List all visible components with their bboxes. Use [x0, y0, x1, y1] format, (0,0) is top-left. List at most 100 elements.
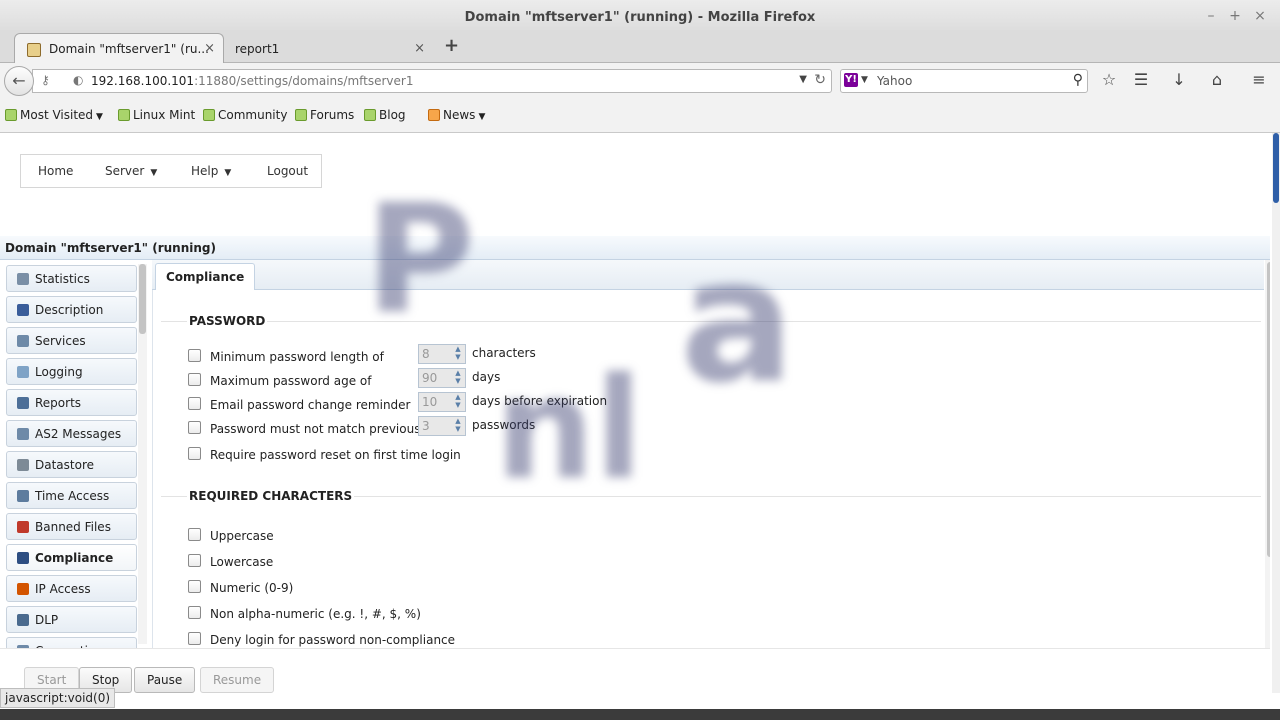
not-match-previous-checkbox[interactable]	[188, 421, 201, 434]
domain-header: Domain "mftserver1" (running)	[0, 236, 1270, 260]
deny-login-checkbox[interactable]	[188, 632, 201, 645]
spinner-arrows-icon[interactable]: ▲ ▼	[451, 369, 465, 387]
description-icon	[17, 304, 29, 316]
dlp-icon	[17, 614, 29, 626]
spinner-arrows-icon[interactable]: ▲ ▼	[451, 345, 465, 363]
new-tab-plus-icon[interactable]: +	[444, 35, 459, 56]
search-bar[interactable]: Y! ▼ Yahoo ⚲	[840, 69, 1088, 93]
bookmark-news[interactable]: News ▼	[428, 108, 485, 122]
sidebar-scrollbar[interactable]	[138, 264, 147, 644]
bookmark-linux-mint[interactable]: Linux Mint	[118, 108, 195, 122]
sidebar-item-dlp[interactable]: DLP	[6, 606, 137, 633]
sidebar-item-banned-files[interactable]: Banned Files	[6, 513, 137, 540]
status-link-text: javascript:void(0)	[0, 688, 116, 708]
bookmark-star-icon[interactable]: ☆	[1098, 69, 1120, 91]
yahoo-engine-icon[interactable]: Y!	[844, 73, 858, 87]
maximize-button[interactable]: +	[1226, 8, 1244, 24]
reports-icon	[17, 397, 29, 409]
logging-icon	[17, 366, 29, 378]
panel-scrollbar[interactable]	[1265, 260, 1270, 648]
tab-compliance[interactable]: Compliance	[155, 263, 256, 291]
max-age-spinner[interactable]: 90 ▲ ▼	[418, 368, 466, 388]
sidebar-item-ip-access[interactable]: IP Access	[6, 575, 137, 602]
menu-icon[interactable]: ≡	[1248, 69, 1270, 91]
tab-close-icon[interactable]: ×	[204, 41, 215, 56]
sidebar-item-datastore[interactable]: Datastore	[6, 451, 137, 478]
minimize-button[interactable]: –	[1202, 8, 1220, 24]
url-dropdown-icon[interactable]: ▼	[799, 74, 807, 85]
search-placeholder: Yahoo	[877, 74, 913, 88]
url-bar[interactable]: ⚷ ◐ 192.168.100.101:11880/settings/domai…	[32, 69, 832, 93]
sidebar-item-label: Description	[35, 303, 104, 317]
password-section-title: PASSWORD	[187, 314, 268, 328]
min-length-spinner[interactable]: 8 ▲ ▼	[418, 344, 466, 364]
sidebar-item-statistics[interactable]: Statistics	[6, 265, 137, 292]
reading-list-icon[interactable]: ☰	[1130, 69, 1152, 91]
bookmark-community[interactable]: Community	[203, 108, 287, 122]
sidebar-item-label: Statistics	[35, 272, 90, 286]
pause-button[interactable]: Pause	[134, 667, 196, 693]
bookmark-forums[interactable]: Forums	[295, 108, 354, 122]
max-age-checkbox[interactable]	[188, 373, 201, 386]
reset-first-login-checkbox[interactable]	[188, 447, 201, 460]
tab-report1[interactable]: report1 ×	[224, 33, 434, 63]
chevron-down-icon: ▼	[224, 168, 232, 178]
navigation-bar: ⚷ ◐ 192.168.100.101:11880/settings/domai…	[0, 63, 1280, 99]
bookmarks-toolbar: Most Visited ▼ Linux Mint Community Forum…	[0, 99, 1280, 133]
sidebar-item-services[interactable]: Services	[6, 327, 137, 354]
sidebar-item-compliance[interactable]: Compliance	[6, 544, 137, 571]
close-window-button[interactable]: ×	[1251, 8, 1269, 24]
numeric-checkbox[interactable]	[188, 580, 201, 593]
email-reminder-spinner[interactable]: 10 ▲ ▼	[418, 392, 466, 412]
reload-icon[interactable]: ↻	[814, 72, 826, 88]
window-scroll-thumb[interactable]	[1273, 133, 1279, 203]
sidebar-item-logging[interactable]: Logging	[6, 358, 137, 385]
sidebar-item-time-access[interactable]: Time Access	[6, 482, 137, 509]
nav-home[interactable]: Home	[38, 164, 73, 178]
sidebar-item-label: Time Access	[35, 489, 110, 503]
bookmark-blog[interactable]: Blog	[364, 108, 406, 122]
window-scrollbar[interactable]	[1272, 133, 1280, 693]
nav-logout[interactable]: Logout	[267, 164, 308, 178]
min-length-checkbox[interactable]	[188, 349, 201, 362]
back-button[interactable]: ←	[4, 66, 34, 96]
non-alphanumeric-checkbox[interactable]	[188, 606, 201, 619]
sidebar-item-as2-messages[interactable]: AS2 Messages	[6, 420, 137, 447]
sidebar-item-reports[interactable]: Reports	[6, 389, 137, 416]
rss-icon	[428, 109, 440, 121]
domain-title: Domain "mftserver1" (running)	[5, 241, 216, 255]
sidebar-item-label: IP Access	[35, 582, 91, 596]
folder-icon	[5, 109, 17, 121]
spinner-arrows-icon[interactable]: ▲ ▼	[451, 417, 465, 435]
bookmark-most-visited[interactable]: Most Visited ▼	[5, 108, 103, 122]
not-match-previous-spinner[interactable]: 3 ▲ ▼	[418, 416, 466, 436]
sidebar-item-label: Logging	[35, 365, 83, 379]
statistics-icon	[17, 273, 29, 285]
downloads-icon[interactable]: ↓	[1168, 69, 1190, 91]
url-text[interactable]: 192.168.100.101:11880/settings/domains/m…	[91, 74, 413, 88]
engine-dropdown-icon[interactable]: ▼	[861, 75, 868, 85]
email-reminder-checkbox[interactable]	[188, 397, 201, 410]
uppercase-checkbox[interactable]	[188, 528, 201, 541]
resume-button[interactable]: Resume	[200, 667, 275, 693]
sidebar-item-description[interactable]: Description	[6, 296, 137, 323]
lowercase-checkbox[interactable]	[188, 554, 201, 567]
spinner-arrows-icon[interactable]: ▲ ▼	[451, 393, 465, 411]
nav-server[interactable]: Server ▼	[105, 164, 157, 178]
sidebar-item-connections[interactable]: Connections	[6, 637, 137, 648]
tab-domain[interactable]: Domain "mftserver1" (ru... ×	[14, 33, 224, 63]
mint-icon	[203, 109, 215, 121]
sidebar-scroll-thumb[interactable]	[139, 264, 146, 334]
search-icon[interactable]: ⚲	[1073, 72, 1083, 88]
tab-close-icon[interactable]: ×	[414, 41, 425, 56]
nav-help[interactable]: Help ▼	[191, 164, 231, 178]
panel-scroll-thumb[interactable]	[1267, 262, 1270, 557]
required-characters-section: REQUIRED CHARACTERS	[161, 489, 1261, 646]
tab-label: Domain "mftserver1" (ru...	[49, 42, 209, 56]
home-icon[interactable]: ⌂	[1206, 69, 1228, 91]
mint-icon	[364, 109, 376, 121]
chevron-down-icon: ▼	[478, 112, 486, 122]
sidebar-item-label: DLP	[35, 613, 59, 627]
window-title: Domain "mftserver1" (running) - Mozilla …	[464, 10, 816, 25]
compliance-icon	[17, 552, 29, 564]
